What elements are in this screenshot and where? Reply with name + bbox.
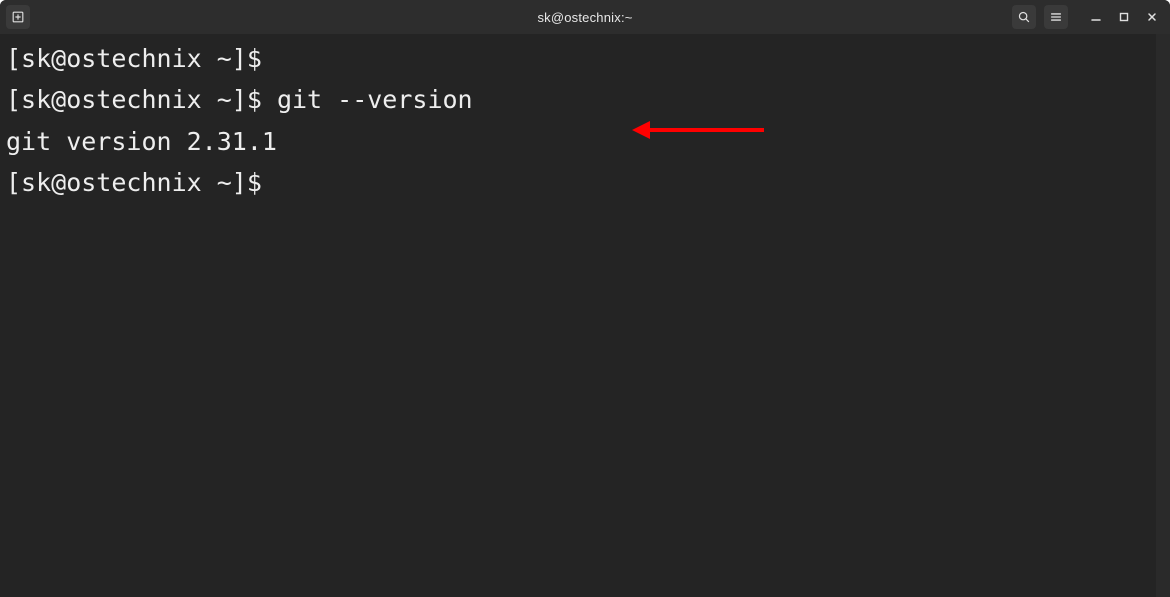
maximize-icon xyxy=(1118,11,1130,23)
scrollbar[interactable] xyxy=(1156,34,1170,597)
close-button[interactable] xyxy=(1140,5,1164,29)
terminal-line: [sk@ostechnix ~]$ git --version xyxy=(6,79,1150,120)
titlebar: sk@ostechnix:~ xyxy=(0,0,1170,34)
window-title: sk@ostechnix:~ xyxy=(537,10,632,25)
prompt: [sk@ostechnix ~]$ xyxy=(6,168,262,197)
terminal-line: [sk@ostechnix ~]$ xyxy=(6,38,1150,79)
titlebar-right xyxy=(1012,5,1164,29)
terminal-content[interactable]: [sk@ostechnix ~]$ [sk@ostechnix ~]$ git … xyxy=(0,34,1156,597)
terminal-line: [sk@ostechnix ~]$ xyxy=(6,162,1150,203)
command: git --version xyxy=(277,85,473,114)
search-button[interactable] xyxy=(1012,5,1036,29)
search-icon xyxy=(1017,10,1031,24)
close-icon xyxy=(1146,11,1158,23)
minimize-icon xyxy=(1090,11,1102,23)
menu-button[interactable] xyxy=(1044,5,1068,29)
output: git version 2.31.1 xyxy=(6,127,277,156)
hamburger-icon xyxy=(1049,10,1063,24)
minimize-button[interactable] xyxy=(1084,5,1108,29)
terminal-line: git version 2.31.1 xyxy=(6,121,1150,162)
titlebar-left xyxy=(6,5,34,29)
terminal-window: sk@ostechnix:~ xyxy=(0,0,1170,597)
prompt: [sk@ostechnix ~]$ xyxy=(6,44,262,73)
terminal-area[interactable]: [sk@ostechnix ~]$ [sk@ostechnix ~]$ git … xyxy=(0,34,1170,597)
maximize-button[interactable] xyxy=(1112,5,1136,29)
new-tab-button[interactable] xyxy=(6,5,30,29)
prompt: [sk@ostechnix ~]$ xyxy=(6,85,262,114)
new-tab-icon xyxy=(11,10,25,24)
